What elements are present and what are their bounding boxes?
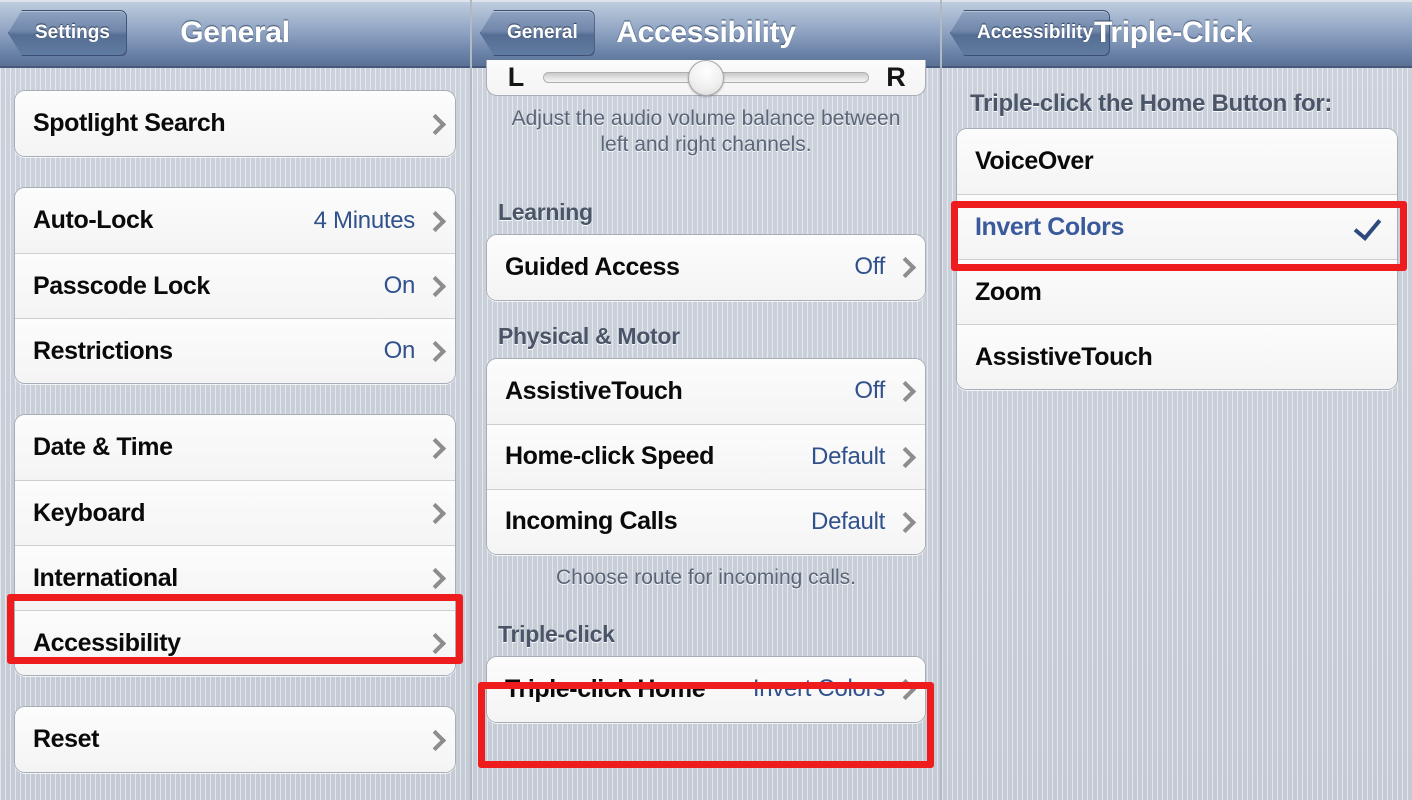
row-assistivetouch[interactable]: AssistiveTouch Off	[487, 358, 925, 424]
row-reset[interactable]: Reset	[15, 707, 455, 772]
row-triple-click-home[interactable]: Triple-click Home Invert Colors	[487, 656, 925, 722]
option-zoom[interactable]: Zoom	[957, 259, 1397, 324]
incoming-calls-footnote: Choose route for incoming calls.	[556, 565, 856, 589]
row-value: Default	[811, 507, 885, 535]
chevron-right-icon	[897, 511, 911, 533]
three-panel-screenshot: Settings General Spotlight Search Auto-L…	[0, 0, 1412, 800]
option-voiceover[interactable]: VoiceOver	[957, 129, 1397, 194]
row-value: On	[383, 337, 416, 364]
group-spotlight: Spotlight Search	[14, 90, 456, 157]
audio-balance-row: L R	[486, 59, 926, 96]
back-button-label: General	[507, 22, 578, 43]
balance-right-label: R	[886, 62, 906, 92]
back-button-general[interactable]: General	[480, 10, 595, 56]
row-value: Off	[854, 377, 885, 404]
triple-click-scroll-area[interactable]: Triple-click the Home Button for: VoiceO…	[942, 68, 1412, 800]
option-invert-colors[interactable]: Invert Colors	[957, 194, 1397, 259]
navbar-triple-click: Accessibility Triple-Click	[942, 0, 1412, 68]
navbar-general: Settings General	[0, 0, 470, 68]
chevron-right-icon	[427, 275, 441, 297]
checkmark-icon	[1353, 214, 1379, 240]
chevron-right-icon	[427, 340, 441, 362]
chevron-right-icon	[427, 210, 441, 232]
row-restrictions[interactable]: Restrictions On	[15, 318, 455, 383]
accessibility-scroll-area[interactable]: L R Adjust the audio volume balance betw…	[472, 59, 940, 792]
group-triple-click: Triple-click Home Invert Colors	[486, 655, 926, 723]
row-label: Restrictions	[33, 336, 173, 365]
group-physical-motor: AssistiveTouch Off Home-click Speed Defa…	[486, 357, 926, 555]
row-label: Incoming Calls	[505, 507, 678, 535]
row-label: Triple-click Home	[505, 674, 706, 703]
row-label: Keyboard	[33, 498, 146, 527]
row-label: Date & Time	[33, 433, 173, 461]
list-title-triple-click: Triple-click the Home Button for:	[970, 90, 1333, 117]
row-date-time[interactable]: Date & Time	[15, 415, 455, 480]
chevron-right-icon	[427, 113, 441, 135]
row-label: International	[33, 563, 178, 592]
row-international[interactable]: International	[15, 545, 455, 610]
row-keyboard[interactable]: Keyboard	[15, 480, 455, 545]
row-label: Guided Access	[505, 252, 680, 281]
group-lock: Auto-Lock 4 Minutes Passcode Lock On Res…	[14, 187, 456, 384]
general-scroll-area[interactable]: Spotlight Search Auto-Lock 4 Minutes Pas…	[0, 90, 470, 800]
row-value: Default	[811, 442, 885, 470]
chevron-right-icon	[897, 678, 911, 700]
row-guided-access[interactable]: Guided Access Off	[487, 234, 925, 300]
row-label: Zoom	[975, 277, 1042, 306]
row-label: Spotlight Search	[33, 109, 226, 137]
navbar-accessibility: General Accessibility	[472, 0, 940, 68]
row-label: Home-click Speed	[505, 442, 714, 470]
section-header-learning: Learning	[498, 198, 593, 225]
audio-balance-footnote: Adjust the audio volume balance between …	[511, 107, 901, 157]
row-auto-lock[interactable]: Auto-Lock 4 Minutes	[15, 188, 455, 253]
panel-triple-click: Accessibility Triple-Click Triple-click …	[940, 0, 1412, 800]
row-value: 4 Minutes	[313, 206, 416, 234]
chevron-right-icon	[427, 567, 441, 589]
panel-accessibility: General Accessibility L R Adjust the aud…	[470, 0, 940, 800]
row-label: Invert Colors	[975, 212, 1124, 241]
chevron-right-icon	[427, 729, 441, 751]
row-incoming-calls[interactable]: Incoming Calls Default	[487, 488, 925, 554]
row-label: Accessibility	[33, 628, 181, 657]
chevron-right-icon	[427, 502, 441, 524]
row-label: AssistiveTouch	[975, 342, 1153, 371]
chevron-right-icon	[897, 380, 911, 402]
row-home-click-speed[interactable]: Home-click Speed Default	[487, 423, 925, 489]
back-button-label: Accessibility	[977, 22, 1094, 43]
chevron-right-icon	[897, 256, 911, 278]
row-passcode-lock[interactable]: Passcode Lock On	[15, 253, 455, 318]
section-header-physical-motor: Physical & Motor	[498, 322, 680, 349]
row-spotlight-search[interactable]: Spotlight Search	[15, 91, 455, 156]
row-label: VoiceOver	[975, 147, 1094, 175]
balance-left-label: L	[507, 62, 525, 92]
panel-general: Settings General Spotlight Search Auto-L…	[0, 0, 470, 800]
back-button-accessibility[interactable]: Accessibility	[950, 10, 1111, 56]
section-header-triple-click: Triple-click	[498, 620, 615, 647]
row-label: Auto-Lock	[33, 206, 153, 234]
chevron-right-icon	[427, 632, 441, 654]
row-label: AssistiveTouch	[505, 376, 683, 405]
row-value: On	[383, 272, 416, 299]
row-value: Invert Colors	[752, 675, 885, 703]
group-reset: Reset	[14, 706, 456, 773]
row-label: Passcode Lock	[33, 271, 210, 300]
group-learning: Guided Access Off	[486, 233, 926, 301]
row-label: Reset	[33, 725, 100, 753]
row-accessibility[interactable]: Accessibility	[15, 610, 455, 675]
group-triple-click-options: VoiceOver Invert Colors Zoom AssistiveTo…	[956, 128, 1398, 390]
option-assistivetouch[interactable]: AssistiveTouch	[957, 324, 1397, 389]
back-button-settings[interactable]: Settings	[8, 10, 127, 56]
back-button-label: Settings	[35, 22, 110, 43]
chevron-right-icon	[897, 446, 911, 468]
slider-thumb[interactable]	[688, 59, 724, 96]
chevron-right-icon	[427, 437, 441, 459]
row-value: Off	[854, 253, 885, 280]
group-system: Date & Time Keyboard International Acces…	[14, 414, 456, 676]
audio-balance-slider[interactable]	[543, 59, 869, 96]
